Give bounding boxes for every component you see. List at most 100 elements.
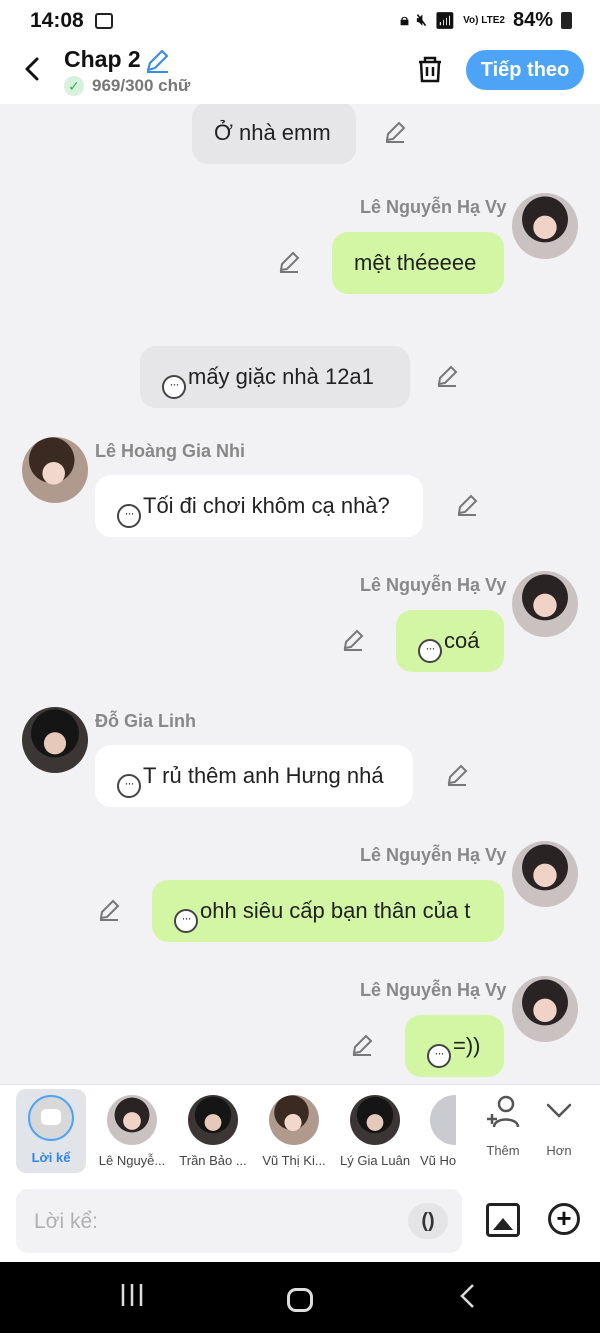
message-text: coá	[444, 628, 480, 653]
pencil-icon	[457, 494, 478, 516]
sender-name: Lê Nguyễn Hạ Vy	[360, 845, 507, 865]
character-avatar	[188, 1095, 238, 1145]
message-bubble[interactable]: ··· T rủ thêm anh Hưng nhá	[95, 745, 413, 807]
character-avatar	[350, 1095, 400, 1145]
chat-area[interactable]: Ở nhà emm Lê Nguyễn Hạ Vy mệt théeeee ··…	[0, 104, 600, 1084]
character-item[interactable]: Lý Gia Luân	[340, 1091, 410, 1175]
battery-percent: 84%	[512, 9, 553, 31]
message-bubble[interactable]: mệt théeeee	[332, 232, 504, 294]
speech-dots-icon: ···	[427, 1044, 451, 1068]
system-nav-bar	[0, 1262, 600, 1333]
more-button[interactable]: Hơn	[536, 1093, 582, 1158]
character-item[interactable]: Trần Bảo ...	[178, 1091, 248, 1175]
system-back-button[interactable]	[448, 1282, 488, 1314]
character-avatar	[430, 1095, 456, 1145]
message-text: Tối đi chơi khôm cạ nhà?	[143, 493, 390, 518]
avatar[interactable]	[512, 976, 578, 1042]
pencil-icon	[279, 251, 300, 273]
word-count: 969/300 chữ	[92, 76, 191, 95]
message-text: T rủ thêm anh Hưng nhá	[143, 763, 384, 788]
narrator-selector[interactable]: Lời kể	[16, 1089, 86, 1173]
edit-message-button[interactable]	[96, 898, 122, 924]
recent-apps-button[interactable]	[112, 1282, 152, 1314]
check-icon: ✓	[64, 76, 84, 96]
status-bar: 14:08 🔒︎ 🔇︎ 📶︎ Vo) LTE2 84%	[0, 0, 600, 44]
character-name: Trần Bảo ...	[179, 1153, 247, 1168]
home-icon	[287, 1287, 313, 1312]
next-button[interactable]: Tiếp theo	[466, 50, 584, 90]
pencil-icon	[385, 121, 406, 143]
chapter-title: Chap 2	[64, 46, 141, 72]
narration-bubble[interactable]: ··· mấy giặc nhà 12a1	[140, 346, 410, 408]
edit-message-button[interactable]	[276, 250, 302, 276]
edit-message-button[interactable]	[349, 1033, 375, 1059]
sender-name: Lê Nguyễn Hạ Vy	[360, 980, 507, 1000]
delete-button[interactable]	[414, 53, 446, 85]
character-avatar	[107, 1095, 157, 1145]
home-button[interactable]	[280, 1282, 320, 1314]
character-bar: Lời kể Lê Nguyễ... Trần Bảo ... Vũ Thị K…	[0, 1084, 600, 1181]
character-item[interactable]: Vũ Ho	[420, 1091, 456, 1175]
composer: () +	[0, 1180, 600, 1262]
plus-circle-icon[interactable]: +	[548, 1203, 580, 1235]
edit-message-button[interactable]	[382, 120, 408, 146]
message-text: Ở nhà emm	[214, 120, 331, 145]
message-bubble[interactable]: ··· Tối đi chơi khôm cạ nhà?	[95, 475, 423, 537]
status-time: 14:08	[30, 9, 84, 32]
sender-name: Lê Hoàng Gia Nhi	[95, 441, 246, 461]
character-name: Vũ Thị Ki...	[262, 1153, 326, 1168]
avatar[interactable]	[22, 707, 88, 773]
pencil-icon	[447, 764, 468, 786]
speech-dots-icon: ···	[117, 504, 141, 528]
more-label: Hơn	[546, 1143, 572, 1158]
back-arrow-icon	[460, 1284, 474, 1308]
avatar[interactable]	[512, 193, 578, 259]
message-text: mấy giặc nhà 12a1	[188, 364, 374, 389]
avatar[interactable]	[512, 571, 578, 637]
narrator-icon	[28, 1095, 74, 1141]
speech-dots-icon: ···	[117, 774, 141, 798]
character-item[interactable]: Lê Nguyễ...	[97, 1091, 167, 1175]
back-button[interactable]	[18, 54, 48, 84]
character-item[interactable]: Vũ Thị Ki...	[259, 1091, 329, 1175]
trash-icon	[419, 56, 441, 83]
battery-icon	[561, 12, 572, 29]
add-person-icon	[478, 1093, 528, 1139]
sender-name: Đỗ Gia Linh	[95, 711, 196, 731]
edit-message-button[interactable]	[454, 493, 480, 519]
message-bubble[interactable]: ··· =))	[405, 1015, 504, 1077]
add-character-button[interactable]: Thêm	[478, 1093, 528, 1158]
mute-icon: 🔇︎	[416, 11, 427, 29]
pencil-icon	[146, 49, 169, 73]
narrator-label: Lời kể	[31, 1150, 71, 1165]
pencil-icon	[99, 899, 120, 921]
character-name: Lý Gia Luân	[340, 1153, 410, 1168]
message-bubble[interactable]: ··· coá	[396, 610, 504, 672]
status-indicators: 🔒︎ 🔇︎ 📶︎ Vo) LTE2 84%	[400, 9, 572, 32]
recents-icon	[121, 1284, 143, 1306]
narration-bubble[interactable]: Ở nhà emm	[192, 104, 356, 164]
avatar[interactable]	[22, 437, 88, 503]
edit-message-button[interactable]	[434, 364, 460, 390]
message-bubble[interactable]: ··· ohh siêu cấp bạn thân của t	[152, 880, 504, 942]
chapter-header: Chap 2 ✓ 969/300 chữ Tiếp theo	[0, 44, 600, 104]
pencil-icon	[343, 629, 364, 651]
chevron-left-icon	[25, 57, 39, 81]
image-icon[interactable]	[486, 1203, 520, 1237]
word-count-row: ✓ 969/300 chữ	[64, 76, 190, 96]
lock-icon: 🔒︎	[400, 11, 409, 29]
speech-dots-icon: ···	[174, 909, 198, 933]
message-input[interactable]	[32, 1189, 396, 1255]
wifi-icon: 📶︎	[434, 12, 456, 30]
edit-message-button[interactable]	[340, 628, 366, 654]
message-text: ohh siêu cấp bạn thân của t	[200, 898, 471, 923]
pencil-icon	[352, 1034, 373, 1056]
chevron-down-icon	[536, 1093, 582, 1139]
gallery-notification-icon	[95, 13, 113, 29]
add-character-label: Thêm	[486, 1143, 520, 1158]
thought-toggle-button[interactable]: ()	[408, 1203, 448, 1239]
avatar[interactable]	[512, 841, 578, 907]
sender-name: Lê Nguyễn Hạ Vy	[360, 575, 507, 595]
edit-message-button[interactable]	[444, 763, 470, 789]
speech-dots-icon: ···	[162, 375, 186, 399]
